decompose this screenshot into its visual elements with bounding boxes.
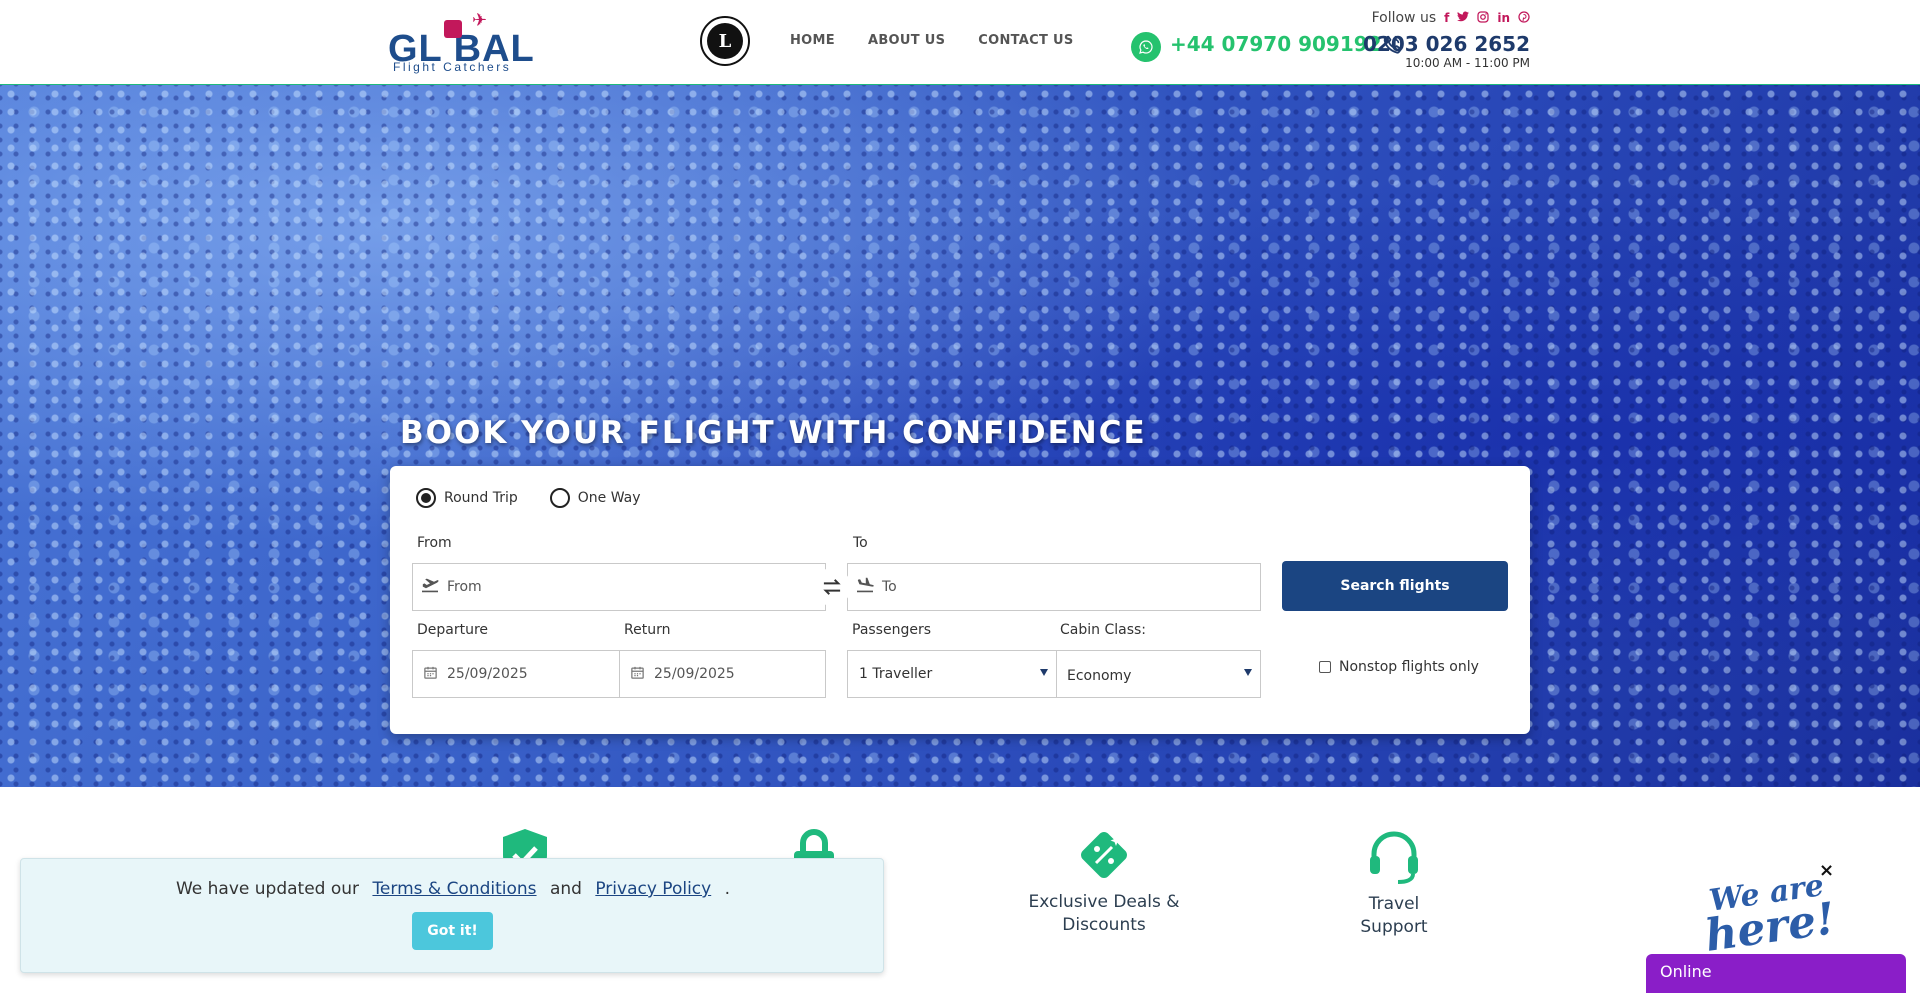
chat-badge[interactable]: We are here! [1697,868,1845,962]
atol-mark: L [707,23,743,59]
trip-type-selector: Round Trip One Way [416,488,641,508]
passengers-select[interactable]: 1 Traveller [847,650,1057,698]
to-placeholder: To [882,579,897,595]
cabin-class-label: Cabin Class: [1060,622,1147,638]
hero-title: BOOK YOUR FLIGHT WITH CONFIDENCE [400,415,1147,451]
nonstop-checkbox[interactable] [1319,661,1331,673]
feature-travel-support: Travel Support [1304,829,1484,939]
from-placeholder: From [447,579,482,595]
brand-logo[interactable]: GL BAL ✈ Flight Catchers [388,10,542,74]
takeoff-icon [413,577,447,597]
passengers-label: Passengers [852,622,932,638]
follow-us: Follow us f in [1372,10,1530,26]
cabin-class-value: Economy [1067,667,1132,684]
phone-number[interactable]: 0203 026 2652 [1363,32,1530,56]
whatsapp-number[interactable]: +44 07970 909192 [1170,32,1382,56]
nav-home[interactable]: HOME [790,33,835,48]
nav-about-us[interactable]: ABOUT US [868,33,945,48]
chevron-down-icon [1244,669,1252,676]
return-date-input[interactable]: 25/09/2025 [619,650,826,698]
linkedin-icon[interactable]: in [1497,11,1510,25]
cookie-notice: We have updated our Terms & Conditions a… [20,858,884,973]
swap-locations-button[interactable] [813,568,851,606]
opening-hours: 10:00 AM - 11:00 PM [1405,56,1530,70]
airplane-icon: ✈ [472,10,488,31]
departure-date-input[interactable]: 25/09/2025 [412,650,620,698]
privacy-policy-link[interactable]: Privacy Policy [595,879,711,899]
follow-label: Follow us [1371,10,1437,26]
twitter-icon[interactable] [1457,11,1470,25]
passengers-value: 1 Traveller [859,666,933,682]
logo-tagline: Flight Catchers [393,60,512,74]
from-label: From [417,535,452,551]
to-label: To [853,535,868,551]
calendar-icon [620,665,654,684]
nonstop-label: Nonstop flights only [1339,659,1479,675]
nonstop-flights-option[interactable]: Nonstop flights only [1319,659,1479,675]
contact-block: Follow us f in +44 07970 909192 0203 026… [1110,8,1530,78]
from-input[interactable]: From [412,563,826,611]
cookie-message: We have updated our Terms & Conditions a… [175,879,731,899]
search-flights-button[interactable]: Search flights [1282,561,1508,611]
facebook-icon[interactable]: f [1444,11,1449,25]
return-date-value: 25/09/2025 [654,666,735,682]
suitcase-icon [444,20,462,38]
site-header: GL BAL ✈ Flight Catchers L HOME ABOUT US… [0,0,1920,85]
departure-label: Departure [417,622,489,638]
to-input[interactable]: To [847,563,1261,611]
departure-date-value: 25/09/2025 [447,666,528,682]
round-trip-radio[interactable] [416,488,436,508]
calendar-icon [413,665,447,684]
whatsapp-icon[interactable] [1131,32,1161,62]
chat-status-bar[interactable]: Online [1646,954,1906,993]
round-trip-label[interactable]: Round Trip [444,490,518,506]
instagram-icon[interactable] [1477,10,1489,26]
hero-banner: BOOK YOUR FLIGHT WITH CONFIDENCE Round T… [0,85,1920,787]
feature-label-travel-support: Travel Support [1360,894,1428,937]
flight-search-form: Round Trip One Way From From To To Searc… [390,466,1530,734]
landing-icon [848,577,882,597]
chat-status: Online [1660,962,1712,981]
atol-protected-badge: L [700,16,750,66]
pinterest-icon[interactable] [1518,10,1530,26]
one-way-label[interactable]: One Way [578,490,641,506]
return-label: Return [624,622,671,638]
cabin-class-select[interactable]: Economy [1056,650,1261,698]
nav-contact-us[interactable]: CONTACT US [978,33,1073,48]
feature-label-exclusive-deals: Exclusive Deals & Discounts [1028,892,1180,935]
one-way-radio[interactable] [549,488,570,508]
main-nav: HOME ABOUT US CONTACT US [790,33,1074,48]
got-it-button[interactable]: Got it! [412,912,493,950]
terms-conditions-link[interactable]: Terms & Conditions [372,879,536,899]
headset-icon [1366,829,1422,885]
chevron-down-icon [1040,669,1048,676]
discount-tag-icon [1076,827,1132,883]
feature-exclusive-deals: Exclusive Deals & Discounts [1014,827,1194,937]
